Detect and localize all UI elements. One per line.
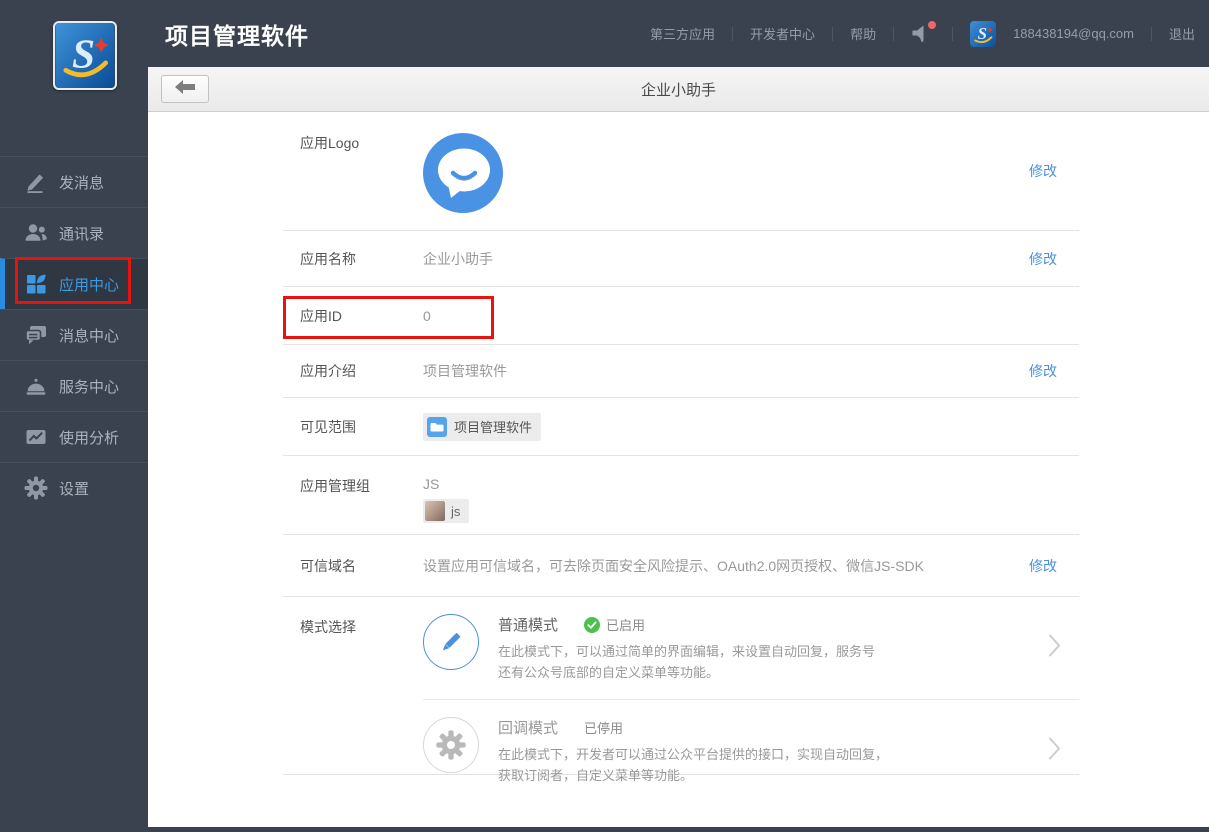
- sidebar-item-label: 通讯录: [59, 225, 105, 243]
- app-detail-panel: 应用Logo 修改 应用名称 企业小助手 修改 应用ID 0 应用介绍 项目管理…: [148, 112, 1209, 827]
- nav-separator: [1150, 26, 1152, 41]
- sidebar-item-app-center[interactable]: 应用中心: [0, 258, 148, 309]
- sidebar-item-message-center[interactable]: 消息中心: [0, 309, 148, 360]
- field-label: 应用名称: [300, 250, 356, 267]
- field-label: 应用介绍: [300, 363, 356, 379]
- top-bar: 项目管理软件 第三方应用 开发者中心 帮助 S 188438194@qq.com…: [0, 0, 1209, 67]
- chat-bubbles-icon: [24, 323, 48, 347]
- svg-text:S: S: [72, 30, 95, 76]
- field-label: 模式选择: [300, 619, 356, 635]
- mode-desc-line: 还有公众号底部的自定义菜单等功能。: [498, 665, 720, 680]
- mode-status-text: 已停用: [584, 721, 624, 736]
- nav-separator: [732, 26, 734, 41]
- sidebar-item-contacts[interactable]: 通讯录: [0, 207, 148, 258]
- mode-desc-line: 在此模式下，可以通过简单的界面编辑，来设置自动回复，服务号: [498, 644, 876, 659]
- member-name: js: [451, 503, 461, 519]
- service-bell-icon: [24, 374, 48, 398]
- mode-status-text: 已启用: [606, 618, 646, 633]
- modify-domain-link[interactable]: 修改: [1029, 556, 1057, 576]
- row-mode-select: 模式选择 普通模式 已启用 在此模式下，可以通过简单的界面编辑，来设置自动回复，…: [283, 597, 1079, 783]
- sidebar-item-settings[interactable]: 设置: [0, 462, 148, 513]
- app-grid-icon: [24, 272, 48, 296]
- app-logo-image: [423, 132, 503, 213]
- logout-link[interactable]: 退出: [1169, 24, 1195, 43]
- row-app-intro: 应用介绍 项目管理软件 修改: [283, 345, 1079, 398]
- chevron-right-icon[interactable]: [1048, 634, 1061, 663]
- sidebar-item-label: 服务中心: [59, 378, 120, 396]
- analytics-chart-icon: [24, 425, 48, 449]
- back-button[interactable]: [161, 75, 209, 103]
- page-toolbar: 企业小助手: [148, 67, 1209, 112]
- page-title: 企业小助手: [640, 81, 716, 99]
- nav-developer-center[interactable]: 开发者中心: [750, 24, 815, 43]
- app-name-value: 企业小助手: [423, 250, 493, 267]
- nav-separator: [893, 26, 895, 41]
- mode-title: 普通模式: [498, 617, 559, 634]
- top-nav: 第三方应用 开发者中心 帮助 S 188438194@qq.com 退出: [650, 0, 1195, 67]
- sidebar-item-send-message[interactable]: 发消息: [0, 156, 148, 207]
- pencil-icon: [24, 170, 48, 194]
- notification-dot: [928, 20, 937, 29]
- sidebar-item-label: 设置: [59, 480, 90, 498]
- field-label: 可信域名: [300, 557, 356, 574]
- row-admin-group: 应用管理组 JS js: [283, 456, 1079, 535]
- modify-intro-link[interactable]: 修改: [1029, 361, 1057, 381]
- row-app-logo: 应用Logo 修改: [283, 112, 1079, 231]
- sidebar-item-service-center[interactable]: 服务中心: [0, 360, 148, 411]
- modify-logo-link[interactable]: 修改: [1029, 161, 1057, 181]
- field-label: 应用ID: [300, 307, 342, 324]
- mode-desc-line: 获取订阅者，自定义菜单等功能。: [498, 768, 694, 783]
- contacts-people-icon: [24, 221, 48, 245]
- field-label: 可见范围: [300, 418, 356, 435]
- field-label: 应用管理组: [300, 478, 370, 494]
- sidebar: 发消息 通讯录 应用中心 消息中心 服务中心 使用分析 设置: [0, 156, 148, 513]
- back-arrow-icon: [175, 79, 195, 99]
- trusted-domain-desc: 设置应用可信域名，可去除页面安全风险提示、OAuth2.0网页授权、微信JS-S…: [423, 557, 924, 574]
- sidebar-item-label: 应用中心: [59, 276, 120, 294]
- scope-tag-label: 项目管理软件: [454, 420, 533, 435]
- gear-mode-icon: [423, 717, 479, 773]
- modify-name-link[interactable]: 修改: [1029, 249, 1057, 269]
- row-app-id: 应用ID 0: [283, 287, 1079, 345]
- nav-third-party-apps[interactable]: 第三方应用: [650, 24, 715, 43]
- app-title: 项目管理软件: [165, 22, 309, 49]
- admin-member-chip: js: [423, 499, 470, 523]
- sidebar-item-label: 消息中心: [59, 327, 120, 345]
- mode-normal[interactable]: 普通模式 已启用 在此模式下，可以通过简单的界面编辑，来设置自动回复，服务号 还…: [423, 597, 1079, 699]
- row-trusted-domain: 可信域名 设置应用可信域名，可去除页面安全风险提示、OAuth2.0网页授权、微…: [283, 535, 1079, 597]
- nav-separator: [952, 26, 954, 41]
- folder-icon: [427, 416, 447, 437]
- mode-title: 回调模式: [498, 720, 559, 737]
- gear-icon: [24, 476, 48, 500]
- app-id-value: 0: [423, 307, 431, 324]
- account-email: 188438194@qq.com: [1013, 26, 1134, 41]
- company-logo: S: [53, 21, 117, 90]
- scope-tag: 项目管理软件: [423, 412, 542, 441]
- field-label: 应用Logo: [300, 135, 360, 151]
- nav-help[interactable]: 帮助: [850, 24, 876, 43]
- app-intro-value: 项目管理软件: [423, 363, 507, 379]
- mode-status-disabled: 已停用: [584, 718, 623, 737]
- account-avatar: S: [970, 20, 997, 47]
- pencil-mode-icon: [423, 614, 479, 670]
- sidebar-item-usage-analytics[interactable]: 使用分析: [0, 411, 148, 462]
- check-circle-icon: [584, 616, 601, 633]
- row-app-name: 应用名称 企业小助手 修改: [283, 231, 1079, 287]
- announcement-speaker-icon[interactable]: [911, 20, 937, 44]
- nav-separator: [832, 26, 834, 41]
- chevron-right-icon[interactable]: [1048, 737, 1061, 766]
- admin-group-name: JS: [423, 476, 440, 492]
- sidebar-item-label: 发消息: [59, 174, 105, 192]
- row-visible-scope: 可见范围 项目管理软件: [283, 398, 1079, 456]
- mode-status-enabled: 已启用: [584, 615, 645, 634]
- mode-callback[interactable]: 回调模式 已停用 在此模式下，开发者可以通过公众平台提供的接口，实现自动回复， …: [423, 699, 1079, 802]
- member-avatar: [425, 501, 445, 521]
- sidebar-item-label: 使用分析: [59, 429, 120, 447]
- mode-desc-line: 在此模式下，开发者可以通过公众平台提供的接口，实现自动回复，: [498, 747, 889, 762]
